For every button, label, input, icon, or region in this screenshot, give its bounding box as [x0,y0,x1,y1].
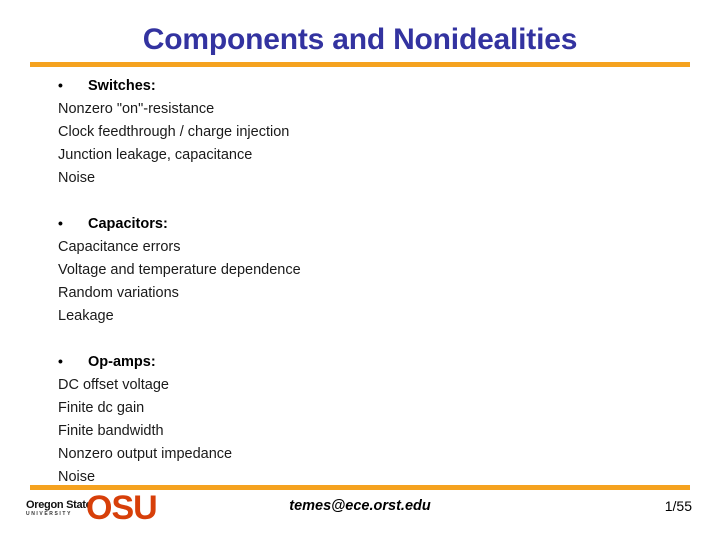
bullet-line: Random variations [58,285,179,301]
slide-canvas: Components and Nonidealities • Switches: … [0,0,720,540]
bullet-line: Finite dc gain [58,400,145,416]
bullet-dot-icon: • [58,353,63,369]
bullet-line: Junction leakage, capacitance [58,147,253,163]
bullet-heading: • Capacitors: [58,212,658,236]
bullet-group-opamps: • Op-amps: DC offset voltage Finite dc ga… [58,350,658,489]
slide-body: • Switches: Nonzero "on"-resistance Clock… [58,74,658,489]
bullet-dot-icon: • [58,215,63,231]
bullet-line: Finite bandwidth [58,423,164,439]
bullet-line: Capacitance errors [58,239,181,255]
bullet-heading: • Op-amps: [58,350,658,374]
bullet-line: Voltage and temperature dependence [58,262,301,278]
bullet-heading-label: Op-amps: [88,354,156,370]
slide-footer: Oregon State UNIVERSITY OSU temes@ece.or… [0,489,720,536]
bullet-heading-label: Switches: [88,78,156,94]
title-divider-rule [30,62,690,67]
bullet-line: Nonzero output impedance [58,446,233,462]
bullet-heading: • Switches: [58,74,658,98]
bullet-line: DC offset voltage [58,377,169,393]
bullet-line: Noise [58,170,96,186]
bullet-line: Nonzero "on"-resistance [58,101,215,117]
bullet-line: Leakage [58,308,114,324]
bullet-heading-label: Capacitors: [88,216,168,232]
page-title: Components and Nonidealities [142,23,578,56]
bullet-group-capacitors: • Capacitors: Capacitance errors Voltage … [58,212,658,328]
bullet-dot-icon: • [58,77,63,93]
footer-email: temes@ece.orst.edu [289,498,431,514]
slide-page-number: 1/55 [664,498,692,514]
bullet-group-switches: • Switches: Nonzero "on"-resistance Clock… [58,74,658,190]
bullet-line: Clock feedthrough / charge injection [58,124,290,140]
